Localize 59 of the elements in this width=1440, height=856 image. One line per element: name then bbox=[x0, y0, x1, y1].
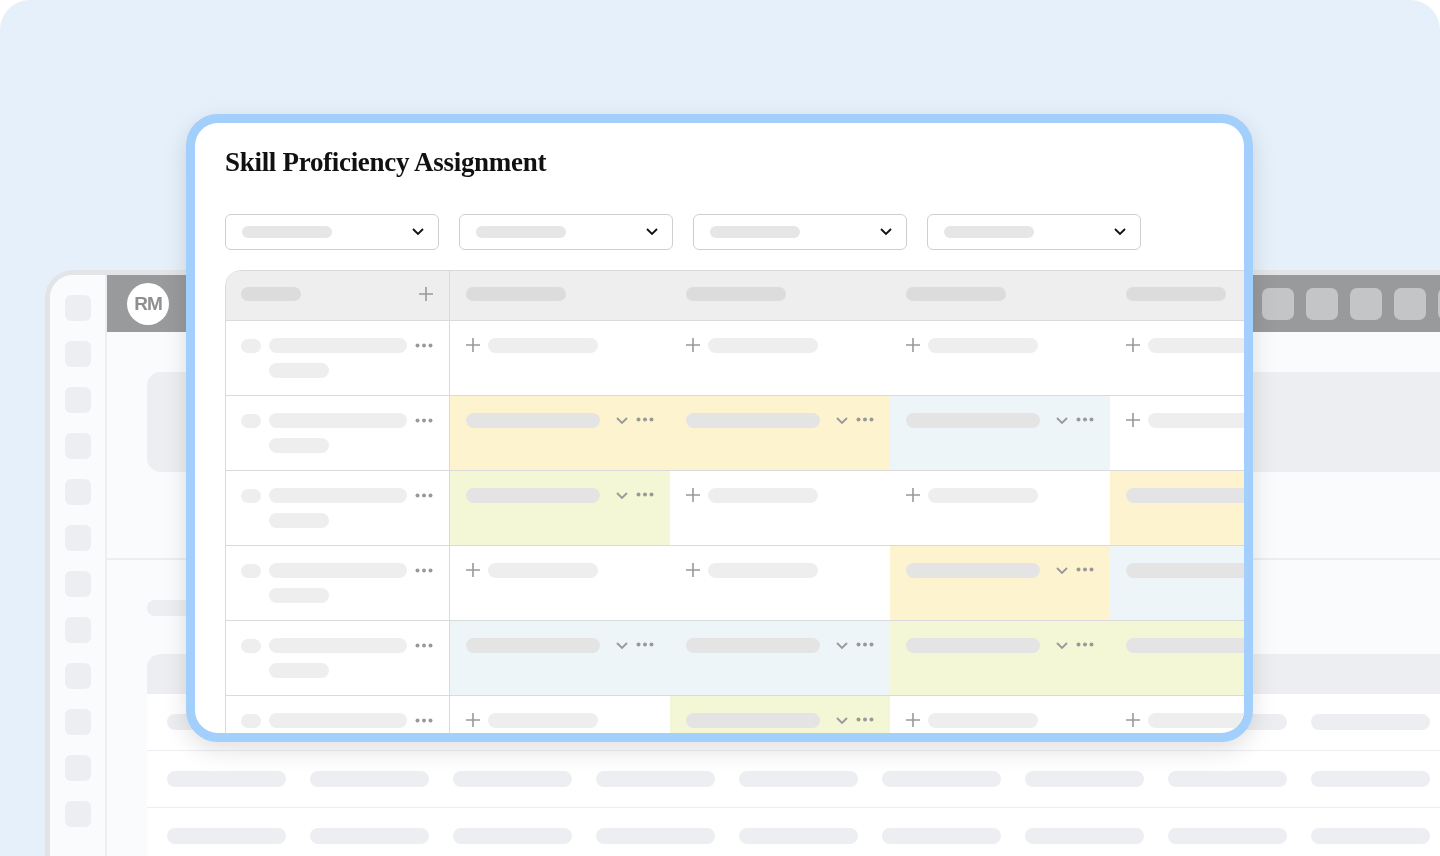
chevron-down-icon bbox=[1056, 642, 1068, 650]
more-icon[interactable] bbox=[856, 417, 874, 422]
plus-icon[interactable] bbox=[1126, 713, 1140, 727]
plus-icon[interactable] bbox=[466, 713, 480, 727]
assigned-cell[interactable] bbox=[890, 546, 1110, 620]
filter-dropdown[interactable] bbox=[927, 214, 1141, 250]
assigned-cell[interactable] bbox=[670, 396, 890, 470]
header-icon[interactable] bbox=[1306, 287, 1338, 320]
chevron-down-icon bbox=[616, 417, 628, 425]
chevron-down-icon bbox=[836, 717, 848, 725]
more-icon[interactable] bbox=[1076, 642, 1094, 647]
chevron-down-icon bbox=[1056, 417, 1068, 425]
plus-icon[interactable] bbox=[906, 488, 920, 502]
chevron-down-icon bbox=[412, 228, 424, 236]
card-title: Skill Proficiency Assignment bbox=[225, 147, 548, 178]
assigned-cell[interactable] bbox=[890, 396, 1110, 470]
plus-icon[interactable] bbox=[906, 713, 920, 727]
more-icon[interactable] bbox=[856, 642, 874, 647]
more-icon[interactable] bbox=[415, 343, 433, 348]
more-icon[interactable] bbox=[1076, 417, 1094, 422]
more-icon[interactable] bbox=[636, 642, 654, 647]
chevron-down-icon bbox=[1114, 228, 1126, 236]
chevron-down-icon bbox=[646, 228, 658, 236]
plus-icon[interactable] bbox=[466, 563, 480, 577]
more-icon[interactable] bbox=[856, 717, 874, 722]
chevron-down-icon bbox=[616, 642, 628, 650]
more-icon[interactable] bbox=[415, 568, 433, 573]
more-icon[interactable] bbox=[415, 418, 433, 423]
more-icon[interactable] bbox=[415, 718, 433, 723]
more-icon[interactable] bbox=[415, 643, 433, 648]
assigned-cell[interactable] bbox=[450, 621, 670, 695]
header-icon[interactable] bbox=[1394, 287, 1426, 320]
filter-dropdown[interactable] bbox=[693, 214, 907, 250]
more-icon[interactable] bbox=[636, 492, 654, 497]
assigned-cell[interactable] bbox=[450, 396, 670, 470]
assigned-cell[interactable] bbox=[670, 621, 890, 695]
header-icon[interactable] bbox=[1350, 287, 1382, 320]
chevron-down-icon bbox=[836, 642, 848, 650]
plus-icon[interactable] bbox=[1126, 413, 1140, 427]
chevron-down-icon bbox=[616, 492, 628, 500]
plus-icon[interactable] bbox=[466, 338, 480, 352]
more-icon[interactable] bbox=[636, 417, 654, 422]
chevron-down-icon bbox=[1056, 567, 1068, 575]
more-icon[interactable] bbox=[1076, 567, 1094, 572]
chevron-down-icon bbox=[880, 228, 892, 236]
assigned-cell[interactable] bbox=[450, 471, 670, 545]
plus-icon[interactable] bbox=[1126, 338, 1140, 352]
plus-icon[interactable] bbox=[686, 563, 700, 577]
header-icon[interactable] bbox=[1262, 287, 1294, 320]
avatar[interactable]: RM bbox=[127, 282, 169, 325]
filter-dropdown[interactable] bbox=[459, 214, 673, 250]
plus-icon[interactable] bbox=[686, 488, 700, 502]
chevron-down-icon bbox=[836, 417, 848, 425]
plus-icon[interactable] bbox=[686, 338, 700, 352]
assigned-cell[interactable] bbox=[890, 621, 1110, 695]
plus-icon[interactable] bbox=[419, 287, 433, 301]
plus-icon[interactable] bbox=[906, 338, 920, 352]
more-icon[interactable] bbox=[415, 493, 433, 498]
filter-dropdown[interactable] bbox=[225, 214, 439, 250]
